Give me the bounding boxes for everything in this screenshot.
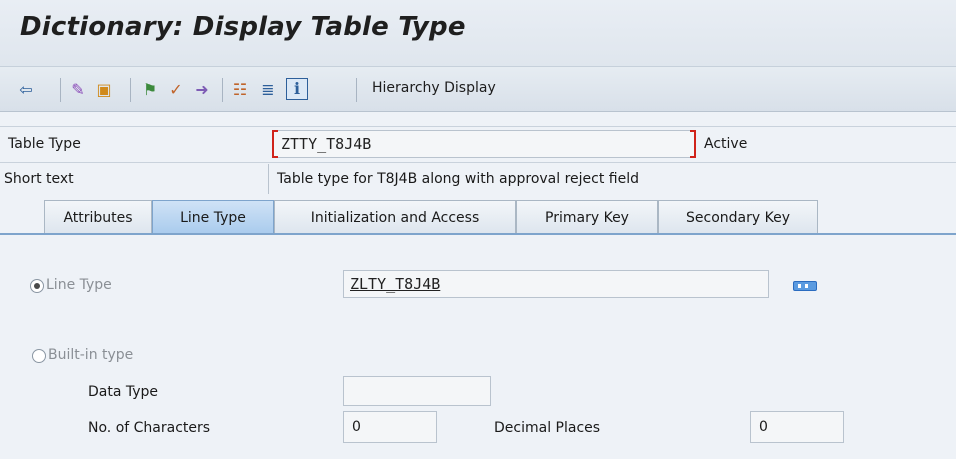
radio-builtin-type[interactable] — [32, 349, 46, 363]
display-change-icon[interactable]: ✎ — [68, 80, 88, 100]
row-divider — [0, 162, 956, 163]
decimal-places-value: 0 — [759, 419, 768, 435]
toolbar-separator — [356, 78, 357, 102]
decimal-places-field[interactable]: 0 — [750, 411, 844, 443]
required-marker-left — [272, 130, 278, 158]
data-type-label: Data Type — [88, 384, 159, 400]
toolbar-separator — [222, 78, 223, 102]
table-type-field[interactable]: ZTTY_T8J4B — [272, 130, 696, 158]
radio-builtin-label: Built-in type — [48, 347, 134, 363]
short-text-value: Table type for T8J4B along with approval… — [277, 171, 640, 187]
radio-line-type[interactable] — [30, 279, 44, 293]
radio-line-type-label: Line Type — [46, 277, 112, 293]
hierarchy-icon[interactable]: ☷ — [230, 80, 250, 100]
status-text: Active — [704, 136, 748, 152]
window-title: Dictionary: Display Table Type — [20, 12, 466, 42]
tab-attributes[interactable]: Attributes — [44, 200, 152, 234]
other-object-icon[interactable]: ▣ — [94, 80, 114, 100]
no-of-characters-field[interactable]: 0 — [343, 411, 437, 443]
short-text-label: Short text — [4, 171, 74, 187]
back-icon[interactable]: ⇦ — [16, 80, 36, 100]
decimal-places-label: Decimal Places — [494, 420, 601, 436]
info-icon[interactable]: i — [286, 78, 308, 100]
hierarchy-display-button[interactable]: Hierarchy Display — [372, 80, 496, 96]
activate-icon[interactable]: ➜ — [192, 80, 212, 100]
table-type-value: ZTTY_T8J4B — [281, 135, 372, 153]
details-button-icon[interactable] — [793, 281, 817, 291]
line-type-field[interactable]: ZLTY_T8J4B — [343, 270, 769, 298]
tab-line-type[interactable]: Line Type — [152, 200, 274, 234]
tab-initialization-and-access[interactable]: Initialization and Access — [274, 200, 516, 234]
tab-secondary-key[interactable]: Secondary Key — [658, 200, 818, 234]
radio-selected-dot — [34, 283, 40, 289]
short-text-field[interactable]: Table type for T8J4B along with approval… — [268, 164, 956, 194]
required-marker-right — [690, 130, 696, 158]
toolbar-separator — [60, 78, 61, 102]
row-divider — [0, 126, 956, 127]
list-icon[interactable]: ≣ — [258, 80, 278, 100]
where-used-icon[interactable]: ⚑ — [140, 80, 160, 100]
tab-primary-key[interactable]: Primary Key — [516, 200, 658, 234]
toolbar-separator — [130, 78, 131, 102]
data-type-field[interactable] — [343, 376, 491, 406]
check-icon[interactable]: ✓ — [166, 80, 186, 100]
no-of-characters-value: 0 — [352, 419, 361, 435]
table-type-label: Table Type — [8, 136, 81, 152]
line-type-value: ZLTY_T8J4B — [350, 275, 441, 293]
no-of-characters-label: No. of Characters — [88, 420, 211, 436]
